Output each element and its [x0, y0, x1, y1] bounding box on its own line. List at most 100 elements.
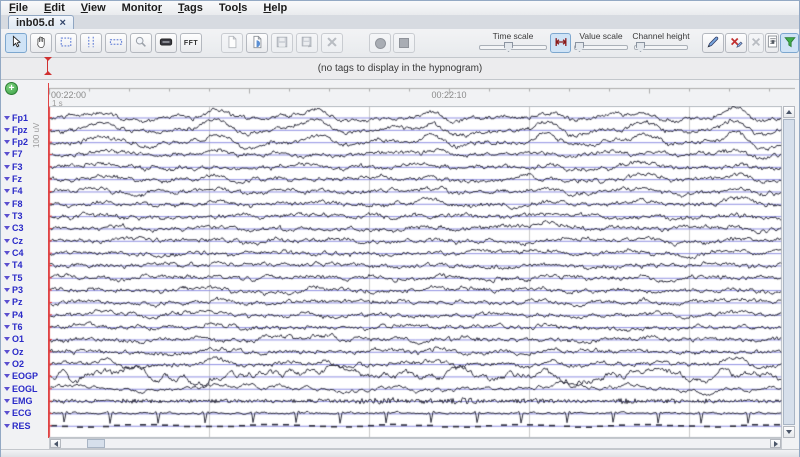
waveform-canvas[interactable] [49, 106, 782, 438]
channel-collapse-icon[interactable] [4, 128, 10, 132]
channel-collapse-icon[interactable] [4, 374, 10, 378]
delete-tag-button[interactable] [725, 33, 747, 53]
hypnogram-strip[interactable]: (no tags to display in the hypnogram) [1, 58, 799, 80]
channel-collapse-icon[interactable] [4, 189, 10, 193]
save-as-button[interactable] [296, 33, 318, 53]
channel-label-eogl[interactable]: EOGL [4, 383, 38, 395]
horizontal-select-button[interactable] [105, 33, 127, 53]
channel-collapse-icon[interactable] [4, 288, 10, 292]
horizontal-scrollbar[interactable] [49, 438, 782, 449]
time-scale-slider[interactable] [477, 41, 549, 53]
menu-view[interactable]: View [73, 2, 114, 15]
channel-collapse-icon[interactable] [4, 337, 10, 341]
zoom-button[interactable] [130, 33, 152, 53]
new-page-button[interactable] [221, 33, 243, 53]
filter-button[interactable] [780, 33, 799, 53]
channel-label-t3[interactable]: T3 [4, 210, 23, 222]
channel-label-c3[interactable]: C3 [4, 222, 24, 234]
vertical-scroll-thumb[interactable] [783, 119, 795, 425]
menu-edit[interactable]: Edit [36, 2, 73, 15]
channel-collapse-icon[interactable] [4, 387, 10, 391]
stop-button[interactable] [393, 33, 415, 53]
channel-label-fp1[interactable]: Fp1 [4, 112, 28, 124]
channel-label-f7[interactable]: F7 [4, 148, 23, 160]
record-button[interactable] [369, 33, 391, 53]
channel-collapse-icon[interactable] [4, 152, 10, 156]
channel-label-oz[interactable]: Oz [4, 346, 24, 358]
pan-hand-button[interactable] [30, 33, 52, 53]
value-scale-slider[interactable] [572, 41, 630, 53]
channel-collapse-icon[interactable] [4, 165, 10, 169]
channel-height-thumb[interactable] [636, 42, 645, 52]
channel-collapse-icon[interactable] [4, 325, 10, 329]
remove-tag-button[interactable] [748, 33, 764, 53]
channel-collapse-icon[interactable] [4, 140, 10, 144]
menu-tools[interactable]: Tools [211, 2, 256, 15]
menu-help[interactable]: Help [255, 2, 295, 15]
channel-label-fz[interactable]: Fz [4, 173, 22, 185]
vertical-scrollbar[interactable] [783, 106, 795, 438]
channel-label-f3[interactable]: F3 [4, 161, 23, 173]
channel-collapse-icon[interactable] [4, 214, 10, 218]
tab-close-icon[interactable]: × [60, 18, 66, 28]
scroll-right-button[interactable] [770, 439, 781, 448]
channel-collapse-icon[interactable] [4, 177, 10, 181]
vertical-select-button[interactable] [80, 33, 102, 53]
channel-label-eogp[interactable]: EOGP [4, 370, 38, 382]
channel-collapse-icon[interactable] [4, 300, 10, 304]
rect-select-button[interactable] [55, 33, 77, 53]
notes-button[interactable] [765, 33, 779, 53]
scroll-down-button[interactable] [783, 426, 795, 438]
edit-tag-button[interactable] [702, 33, 724, 53]
save-button[interactable] [271, 33, 293, 53]
channel-label-f8[interactable]: F8 [4, 198, 23, 210]
menu-tags[interactable]: Tags [170, 2, 211, 15]
add-channel-button[interactable]: + [5, 82, 18, 95]
value-scale-thumb[interactable] [575, 42, 584, 52]
channel-collapse-icon[interactable] [4, 313, 10, 317]
channel-collapse-icon[interactable] [4, 202, 10, 206]
floppy-disk-icon [275, 35, 289, 52]
channel-label-res[interactable]: RES [4, 420, 31, 432]
channel-collapse-icon[interactable] [4, 350, 10, 354]
menu-monitor[interactable]: Monitor [114, 2, 170, 15]
channel-collapse-icon[interactable] [4, 239, 10, 243]
channel-label-o2[interactable]: O2 [4, 358, 24, 370]
close-file-button[interactable] [321, 33, 343, 53]
channel-label-o1[interactable]: O1 [4, 333, 24, 345]
measure-button[interactable] [155, 33, 177, 53]
channel-label-t6[interactable]: T6 [4, 321, 23, 333]
channel-collapse-icon[interactable] [4, 263, 10, 267]
channel-label-c4[interactable]: C4 [4, 247, 24, 259]
channel-label-t5[interactable]: T5 [4, 272, 23, 284]
select-cursor-button[interactable] [5, 33, 27, 53]
channel-collapse-icon[interactable] [4, 251, 10, 255]
channel-label-fp2[interactable]: Fp2 [4, 136, 28, 148]
channel-collapse-icon[interactable] [4, 411, 10, 415]
channel-label-p3[interactable]: P3 [4, 284, 23, 296]
channel-collapse-icon[interactable] [4, 116, 10, 120]
fft-button[interactable]: FFT [180, 33, 202, 53]
time-scale-thumb[interactable] [504, 42, 513, 52]
menu-file[interactable]: File [1, 2, 36, 15]
channel-label-pz[interactable]: Pz [4, 296, 23, 308]
channel-label-ecg[interactable]: ECG [4, 407, 32, 419]
channel-label-f4[interactable]: F4 [4, 185, 23, 197]
channel-height-slider[interactable] [632, 41, 690, 53]
scroll-up-button[interactable] [783, 106, 795, 118]
channel-label-p4[interactable]: P4 [4, 309, 23, 321]
channel-label-emg[interactable]: EMG [4, 395, 33, 407]
channel-collapse-icon[interactable] [4, 399, 10, 403]
horizontal-scroll-thumb[interactable] [87, 439, 105, 448]
scroll-left-button[interactable] [50, 439, 61, 448]
tab-inb05[interactable]: inb05.d × [8, 15, 74, 30]
channel-label-fpz[interactable]: Fpz [4, 124, 28, 136]
page-preview-button[interactable] [246, 33, 268, 53]
fit-time-button[interactable] [550, 33, 571, 53]
channel-collapse-icon[interactable] [4, 276, 10, 280]
channel-collapse-icon[interactable] [4, 424, 10, 428]
channel-collapse-icon[interactable] [4, 362, 10, 366]
channel-collapse-icon[interactable] [4, 226, 10, 230]
channel-label-t4[interactable]: T4 [4, 259, 23, 271]
channel-label-cz[interactable]: Cz [4, 235, 23, 247]
